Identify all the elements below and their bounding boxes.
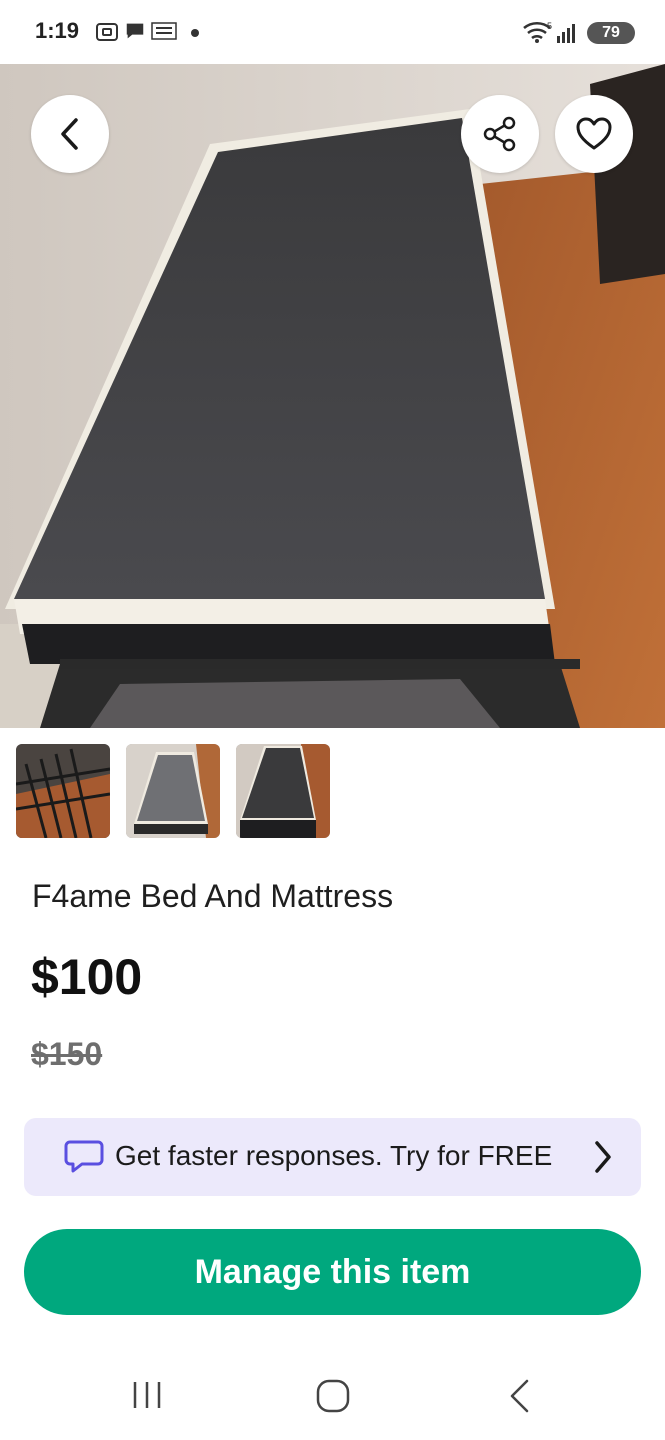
temu-icon (151, 22, 177, 40)
status-time: 1:19 (35, 18, 80, 43)
heart-icon (576, 117, 612, 150)
share-button[interactable] (461, 95, 539, 173)
mattress-thumbnail (126, 744, 220, 838)
product-title: F4ame Bed And Mattress (32, 878, 394, 914)
chat-bubble-icon (64, 1140, 104, 1173)
recent-apps-icon[interactable] (130, 1378, 164, 1412)
thumbnail-1[interactable] (16, 744, 110, 838)
product-price: $100 (31, 949, 143, 1005)
original-price: $150 (31, 1036, 103, 1072)
bed-frame-thumbnail (16, 744, 110, 838)
product-main-image[interactable] (0, 64, 665, 728)
thumbnail-strip (16, 744, 330, 838)
promo-text: Get faster responses. Try for FREE (115, 1140, 553, 1171)
svg-text:5: 5 (547, 21, 552, 31)
back-icon (61, 118, 78, 150)
promo-banner[interactable]: Get faster responses. Try for FREE (24, 1118, 641, 1196)
battery-level: 79 (602, 24, 620, 41)
chevron-right-icon (595, 1141, 611, 1173)
dot-icon (191, 29, 199, 37)
thumbnail-3[interactable] (236, 744, 330, 838)
share-icon (483, 116, 516, 152)
system-nav-bar (0, 1350, 665, 1440)
back-button[interactable] (31, 95, 109, 173)
wifi-icon: 5 (523, 21, 552, 43)
system-back-icon[interactable] (505, 1378, 533, 1414)
manage-item-label: Manage this item (194, 1252, 471, 1291)
status-bar: 1:19 5 79 (0, 0, 665, 64)
mattress-photo (0, 64, 665, 728)
favorite-button[interactable] (555, 95, 633, 173)
signal-icon (557, 24, 575, 43)
mattress-thumbnail-alt (236, 744, 330, 838)
chat-icon (126, 23, 144, 39)
home-icon[interactable] (315, 1378, 351, 1414)
thumbnail-2[interactable] (126, 744, 220, 838)
battery-indicator: 79 (587, 22, 635, 44)
screenshot-icon (96, 23, 118, 41)
manage-item-button[interactable]: Manage this item (24, 1229, 641, 1315)
